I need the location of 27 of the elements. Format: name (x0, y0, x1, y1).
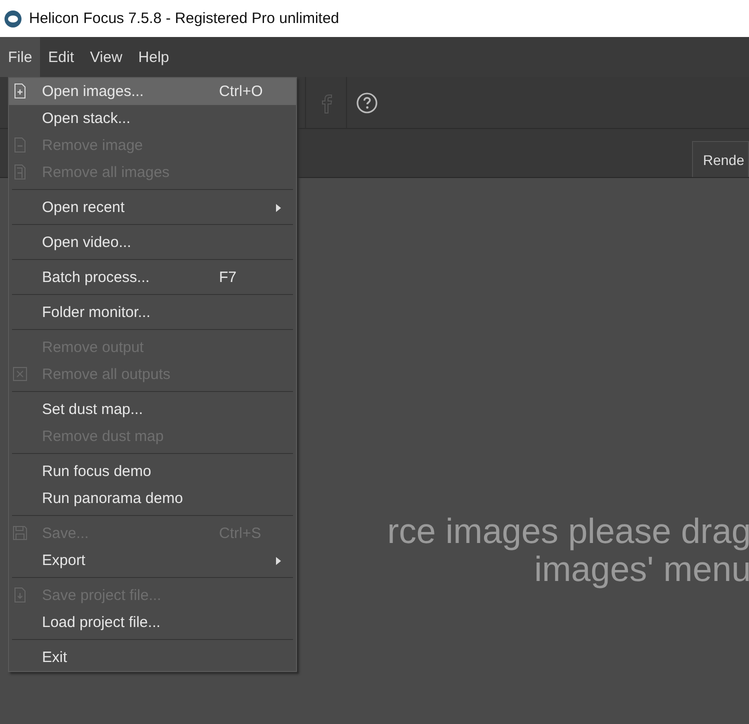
menu-entry[interactable]: Open stack... (9, 105, 296, 132)
menu-entry[interactable]: Run focus demo (9, 458, 296, 485)
menu-entry[interactable]: Open video... (9, 229, 296, 256)
menu-item[interactable]: Help (130, 37, 178, 77)
minus-files-icon (12, 164, 28, 180)
menu-entry[interactable]: Exit (9, 644, 296, 671)
menu-item[interactable]: Edit (40, 37, 82, 77)
minus-file-icon (12, 137, 28, 153)
menu-entry[interactable]: Folder monitor... (9, 299, 296, 326)
drop-hint-text: rce images please drag (387, 513, 749, 551)
render-tab[interactable]: Rende (692, 141, 749, 177)
menu-item[interactable]: View (82, 37, 130, 77)
menu-entry[interactable]: Set dust map... (9, 396, 296, 423)
app-logo (4, 10, 22, 28)
close-box-icon (12, 366, 28, 382)
menu-entry[interactable]: Open images... Ctrl+O (9, 78, 296, 105)
menu-item[interactable]: File (0, 37, 40, 77)
download-file-icon (12, 587, 28, 603)
help-icon[interactable] (356, 92, 378, 114)
menu-entry[interactable]: Open recent (9, 194, 296, 221)
window-title: Helicon Focus 7.5.8 - Registered Pro unlimited (29, 10, 340, 27)
menu-entry[interactable]: Run panorama demo (9, 485, 296, 512)
drop-hint-text: images' menu (534, 551, 749, 589)
add-file-icon (12, 83, 28, 99)
menu-entry[interactable]: Export (9, 547, 296, 574)
menu-entry[interactable]: Load project file... (9, 609, 296, 636)
menu-entry[interactable]: Batch process... F7 (9, 264, 296, 291)
